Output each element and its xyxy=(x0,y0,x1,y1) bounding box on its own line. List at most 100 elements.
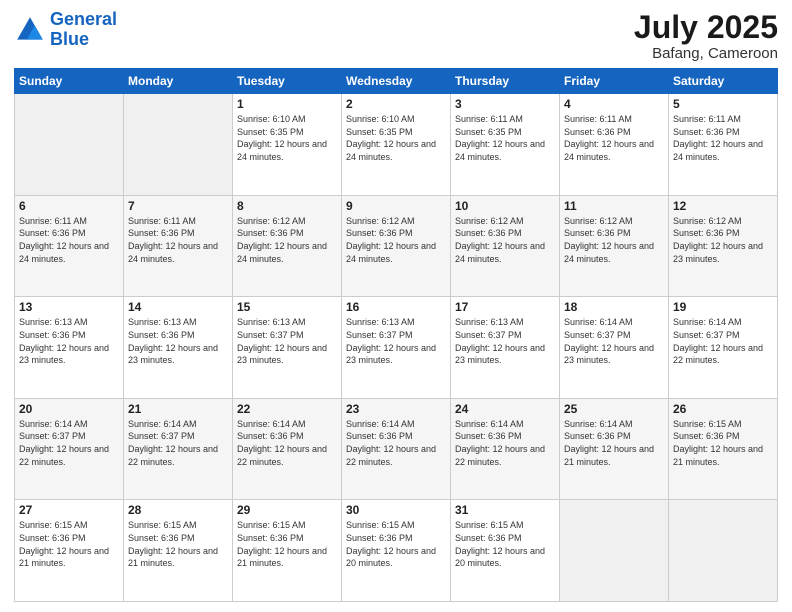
day-info: Sunrise: 6:12 AM Sunset: 6:36 PM Dayligh… xyxy=(237,215,337,265)
day-number: 19 xyxy=(673,300,773,314)
day-number: 31 xyxy=(455,503,555,517)
month-title: July 2025 xyxy=(634,10,778,45)
day-header-saturday: Saturday xyxy=(669,69,778,94)
calendar-cell: 14Sunrise: 6:13 AM Sunset: 6:36 PM Dayli… xyxy=(124,297,233,399)
calendar-cell: 13Sunrise: 6:13 AM Sunset: 6:36 PM Dayli… xyxy=(15,297,124,399)
day-info: Sunrise: 6:11 AM Sunset: 6:36 PM Dayligh… xyxy=(128,215,228,265)
day-info: Sunrise: 6:15 AM Sunset: 6:36 PM Dayligh… xyxy=(455,519,555,569)
calendar-header-row: SundayMondayTuesdayWednesdayThursdayFrid… xyxy=(15,69,778,94)
day-number: 23 xyxy=(346,402,446,416)
day-number: 4 xyxy=(564,97,664,111)
day-number: 21 xyxy=(128,402,228,416)
week-row-1: 1 Sunrise: 6:10 AM Sunset: 6:35 PM Daylig… xyxy=(15,94,778,196)
day-number: 16 xyxy=(346,300,446,314)
day-header-sunday: Sunday xyxy=(15,69,124,94)
calendar-cell: 31 Sunrise: 6:15 AM Sunset: 6:36 PM Dayli… xyxy=(451,500,560,602)
calendar-cell: 11 Sunrise: 6:12 AM Sunset: 6:36 PM Dayli… xyxy=(560,195,669,297)
calendar-cell: 25 Sunrise: 6:14 AM Sunset: 6:36 PM Dayli… xyxy=(560,398,669,500)
calendar-cell xyxy=(560,500,669,602)
calendar-cell: 28Sunrise: 6:15 AM Sunset: 6:36 PM Dayli… xyxy=(124,500,233,602)
day-number: 26 xyxy=(673,402,773,416)
day-number: 7 xyxy=(128,199,228,213)
day-number: 9 xyxy=(346,199,446,213)
calendar-cell: 1 Sunrise: 6:10 AM Sunset: 6:35 PM Daylig… xyxy=(233,94,342,196)
day-info: Sunrise: 6:14 AM Sunset: 6:36 PM Dayligh… xyxy=(237,418,337,468)
day-info: Sunrise: 6:13 AM Sunset: 6:37 PM Dayligh… xyxy=(346,316,446,366)
day-number: 27 xyxy=(19,503,119,517)
day-info: Sunrise: 6:14 AM Sunset: 6:37 PM Dayligh… xyxy=(673,316,773,366)
day-info: Sunrise: 6:15 AM Sunset: 6:36 PM Dayligh… xyxy=(673,418,773,468)
calendar-cell xyxy=(15,94,124,196)
calendar-table: SundayMondayTuesdayWednesdayThursdayFrid… xyxy=(14,68,778,602)
day-info: Sunrise: 6:10 AM Sunset: 6:35 PM Dayligh… xyxy=(237,113,337,163)
calendar-cell: 10 Sunrise: 6:12 AM Sunset: 6:36 PM Dayli… xyxy=(451,195,560,297)
day-info: Sunrise: 6:15 AM Sunset: 6:36 PM Dayligh… xyxy=(19,519,119,569)
day-info: Sunrise: 6:13 AM Sunset: 6:37 PM Dayligh… xyxy=(237,316,337,366)
week-row-5: 27 Sunrise: 6:15 AM Sunset: 6:36 PM Dayli… xyxy=(15,500,778,602)
day-info: Sunrise: 6:14 AM Sunset: 6:36 PM Dayligh… xyxy=(455,418,555,468)
day-number: 1 xyxy=(237,97,337,111)
calendar-cell: 26 Sunrise: 6:15 AM Sunset: 6:36 PM Dayli… xyxy=(669,398,778,500)
day-info: Sunrise: 6:14 AM Sunset: 6:36 PM Dayligh… xyxy=(564,418,664,468)
calendar-cell: 4 Sunrise: 6:11 AM Sunset: 6:36 PM Daylig… xyxy=(560,94,669,196)
calendar-cell: 3Sunrise: 6:11 AM Sunset: 6:35 PM Daylig… xyxy=(451,94,560,196)
calendar-cell: 9 Sunrise: 6:12 AM Sunset: 6:36 PM Daylig… xyxy=(342,195,451,297)
day-number: 29 xyxy=(237,503,337,517)
day-info: Sunrise: 6:11 AM Sunset: 6:36 PM Dayligh… xyxy=(19,215,119,265)
calendar-cell: 15 Sunrise: 6:13 AM Sunset: 6:37 PM Dayli… xyxy=(233,297,342,399)
day-number: 12 xyxy=(673,199,773,213)
calendar-cell: 2Sunrise: 6:10 AM Sunset: 6:35 PM Daylig… xyxy=(342,94,451,196)
day-number: 20 xyxy=(19,402,119,416)
day-header-thursday: Thursday xyxy=(451,69,560,94)
day-info: Sunrise: 6:14 AM Sunset: 6:37 PM Dayligh… xyxy=(128,418,228,468)
day-info: Sunrise: 6:12 AM Sunset: 6:36 PM Dayligh… xyxy=(673,215,773,265)
calendar-cell: 6 Sunrise: 6:11 AM Sunset: 6:36 PM Daylig… xyxy=(15,195,124,297)
day-info: Sunrise: 6:15 AM Sunset: 6:36 PM Dayligh… xyxy=(346,519,446,569)
calendar-cell: 8Sunrise: 6:12 AM Sunset: 6:36 PM Daylig… xyxy=(233,195,342,297)
day-number: 6 xyxy=(19,199,119,213)
day-number: 30 xyxy=(346,503,446,517)
calendar-cell: 27 Sunrise: 6:15 AM Sunset: 6:36 PM Dayli… xyxy=(15,500,124,602)
calendar-cell: 16 Sunrise: 6:13 AM Sunset: 6:37 PM Dayli… xyxy=(342,297,451,399)
day-number: 15 xyxy=(237,300,337,314)
logo-text: General Blue xyxy=(50,10,117,50)
day-number: 28 xyxy=(128,503,228,517)
day-info: Sunrise: 6:15 AM Sunset: 6:36 PM Dayligh… xyxy=(237,519,337,569)
calendar-cell: 12 Sunrise: 6:12 AM Sunset: 6:36 PM Dayli… xyxy=(669,195,778,297)
day-info: Sunrise: 6:11 AM Sunset: 6:36 PM Dayligh… xyxy=(564,113,664,163)
day-number: 25 xyxy=(564,402,664,416)
day-number: 3 xyxy=(455,97,555,111)
day-header-friday: Friday xyxy=(560,69,669,94)
day-number: 11 xyxy=(564,199,664,213)
day-info: Sunrise: 6:12 AM Sunset: 6:36 PM Dayligh… xyxy=(346,215,446,265)
title-block: July 2025 Bafang, Cameroon xyxy=(634,10,778,62)
day-info: Sunrise: 6:12 AM Sunset: 6:36 PM Dayligh… xyxy=(564,215,664,265)
day-info: Sunrise: 6:11 AM Sunset: 6:36 PM Dayligh… xyxy=(673,113,773,163)
location-title: Bafang, Cameroon xyxy=(634,45,778,62)
header: General Blue July 2025 Bafang, Cameroon xyxy=(14,10,778,62)
calendar-cell: 22 Sunrise: 6:14 AM Sunset: 6:36 PM Dayli… xyxy=(233,398,342,500)
day-number: 17 xyxy=(455,300,555,314)
day-number: 18 xyxy=(564,300,664,314)
calendar-cell: 19 Sunrise: 6:14 AM Sunset: 6:37 PM Dayli… xyxy=(669,297,778,399)
day-info: Sunrise: 6:14 AM Sunset: 6:37 PM Dayligh… xyxy=(564,316,664,366)
day-number: 13 xyxy=(19,300,119,314)
page: General Blue July 2025 Bafang, Cameroon … xyxy=(0,0,792,612)
day-number: 22 xyxy=(237,402,337,416)
calendar-cell: 7 Sunrise: 6:11 AM Sunset: 6:36 PM Daylig… xyxy=(124,195,233,297)
day-number: 5 xyxy=(673,97,773,111)
week-row-2: 6 Sunrise: 6:11 AM Sunset: 6:36 PM Daylig… xyxy=(15,195,778,297)
day-info: Sunrise: 6:12 AM Sunset: 6:36 PM Dayligh… xyxy=(455,215,555,265)
day-number: 10 xyxy=(455,199,555,213)
day-info: Sunrise: 6:14 AM Sunset: 6:37 PM Dayligh… xyxy=(19,418,119,468)
day-header-monday: Monday xyxy=(124,69,233,94)
logo-icon xyxy=(14,14,46,46)
calendar-cell xyxy=(124,94,233,196)
calendar-cell: 20 Sunrise: 6:14 AM Sunset: 6:37 PM Dayli… xyxy=(15,398,124,500)
week-row-4: 20 Sunrise: 6:14 AM Sunset: 6:37 PM Dayli… xyxy=(15,398,778,500)
day-info: Sunrise: 6:10 AM Sunset: 6:35 PM Dayligh… xyxy=(346,113,446,163)
day-number: 14 xyxy=(128,300,228,314)
calendar-cell: 21 Sunrise: 6:14 AM Sunset: 6:37 PM Dayli… xyxy=(124,398,233,500)
day-header-tuesday: Tuesday xyxy=(233,69,342,94)
calendar-cell: 5 Sunrise: 6:11 AM Sunset: 6:36 PM Daylig… xyxy=(669,94,778,196)
